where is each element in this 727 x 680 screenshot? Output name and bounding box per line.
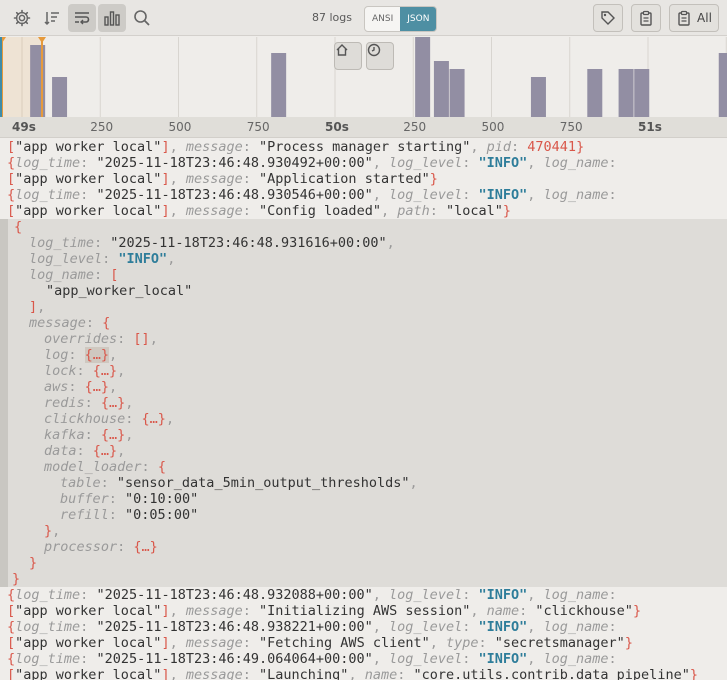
format-toggle: ANSI JSON <box>364 6 438 32</box>
histogram-bar[interactable] <box>52 77 68 117</box>
axis-tick-label: 50s <box>325 120 349 134</box>
log-line[interactable]: {log_time: "2025-11-18T23:46:48.930546+0… <box>0 187 727 203</box>
sort-order-icon[interactable] <box>38 4 66 32</box>
copy-all-label: All <box>697 11 712 25</box>
log-count: 87 logs <box>312 11 352 24</box>
toolbar: 87 logs ANSI JSON All <box>0 0 727 36</box>
clipboard-button[interactable] <box>631 4 661 32</box>
axis-tick-label: 250 <box>90 120 114 134</box>
tag-button[interactable] <box>593 4 623 32</box>
clipboard-all-icon <box>678 10 690 26</box>
collapsed-toggle[interactable]: {…} <box>93 363 117 379</box>
log-line[interactable]: ["app worker local"], message: "Launchin… <box>0 667 727 680</box>
log-line[interactable]: ["app worker local"], message: "Initiali… <box>0 603 727 619</box>
histogram-bar[interactable] <box>415 37 431 117</box>
log-list[interactable]: ["app worker local"], message: "Process … <box>0 141 727 680</box>
histogram-bar[interactable] <box>433 61 449 117</box>
log-line[interactable]: {log_time: "2025-11-18T23:46:49.064064+0… <box>0 651 727 667</box>
collapsed-toggle[interactable]: {…} <box>101 427 125 443</box>
clipboard-icon <box>640 10 652 26</box>
collapsed-toggle[interactable]: {…} <box>85 379 109 395</box>
histogram-bar[interactable] <box>449 69 465 117</box>
histogram-chart <box>0 37 727 117</box>
axis-tick-label: 500 <box>168 120 192 134</box>
expanded-log-entry[interactable]: { log_time: "2025-11-18T23:46:48.931616+… <box>0 219 727 587</box>
mode-ansi-button[interactable]: ANSI <box>365 7 400 31</box>
histogram-bar[interactable] <box>634 69 650 117</box>
settings-gear-icon[interactable] <box>8 4 36 32</box>
axis-tick-label: 51s <box>638 120 662 134</box>
log-histogram[interactable] <box>0 37 727 117</box>
reset-zoom-button[interactable] <box>334 42 362 70</box>
collapsed-toggle[interactable]: {…} <box>93 443 117 459</box>
log-line[interactable]: {log_time: "2025-11-18T23:46:48.938221+0… <box>0 619 727 635</box>
home-icon <box>336 44 348 56</box>
histogram-toggle-icon[interactable] <box>98 4 126 32</box>
log-line[interactable]: ["app worker local"], message: "Process … <box>0 141 727 155</box>
axis-tick-label: 250 <box>403 120 427 134</box>
log-line[interactable]: {log_time: "2025-11-18T23:46:48.932088+0… <box>0 587 727 603</box>
tag-icon <box>601 11 615 25</box>
log-line[interactable]: ["app worker local"], message: "Fetching… <box>0 635 727 651</box>
wrap-lines-icon[interactable] <box>68 4 96 32</box>
copy-all-button[interactable]: All <box>669 4 719 32</box>
log-line[interactable]: {log_time: "2025-11-18T23:46:48.930492+0… <box>0 155 727 171</box>
clock-icon <box>367 43 381 57</box>
histogram-bar[interactable] <box>271 53 287 117</box>
histogram-bar[interactable] <box>587 69 603 117</box>
time-axis: 49s 250 500 750 50s 250 500 750 51s <box>0 117 727 138</box>
collapsed-toggle[interactable]: {…} <box>133 539 157 555</box>
mode-json-button[interactable]: JSON <box>400 7 437 31</box>
histogram-bar[interactable] <box>718 53 727 117</box>
expanded-gutter <box>0 219 8 587</box>
time-jump-button[interactable] <box>366 42 394 70</box>
search-icon[interactable] <box>128 4 156 32</box>
axis-tick-label: 49s <box>12 120 36 134</box>
histogram-bar[interactable] <box>530 77 546 117</box>
collapsed-toggle[interactable]: {…} <box>142 411 166 427</box>
histogram-bar[interactable] <box>618 69 634 117</box>
collapsed-toggle[interactable]: {…} <box>101 395 125 411</box>
log-line[interactable]: ["app worker local"], message: "Config l… <box>0 203 727 219</box>
axis-tick-label: 750 <box>559 120 583 134</box>
axis-tick-label: 500 <box>481 120 505 134</box>
log-line[interactable]: ["app worker local"], message: "Applicat… <box>0 171 727 187</box>
collapsed-toggle[interactable]: {…} <box>84 347 110 363</box>
axis-tick-label: 750 <box>246 120 270 134</box>
